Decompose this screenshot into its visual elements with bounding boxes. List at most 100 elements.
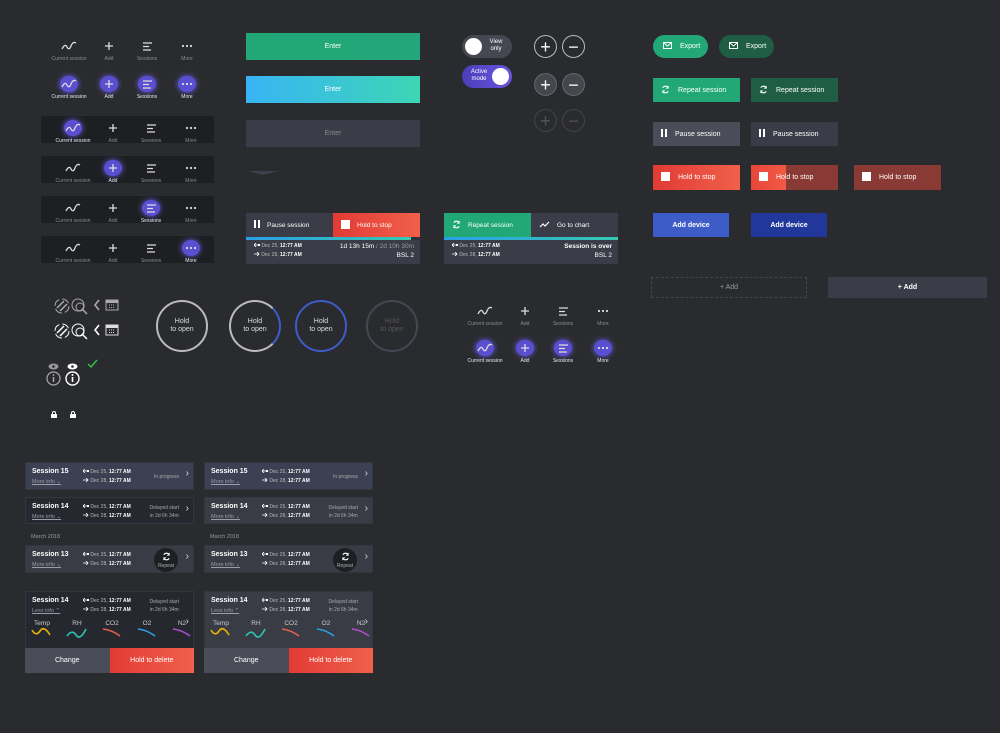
pause-session-button[interactable]: Pause session — [246, 213, 333, 237]
tab-add[interactable]: Add — [93, 120, 133, 144]
hold-to-stop-button[interactable]: Hold to stop — [653, 165, 740, 190]
repeat-session-button[interactable]: Repeat session — [751, 78, 838, 102]
sensor-temp[interactable]: Temp — [209, 620, 233, 640]
sensor-rh[interactable]: RH — [65, 620, 89, 640]
repeat-session-button[interactable]: Repeat session — [653, 78, 740, 102]
active-mode-toggle[interactable]: Active mode — [462, 65, 512, 88]
session-card[interactable]: Session 13 More info ⌄ Dec 25, 12:77 AM D… — [25, 545, 194, 573]
increment-button[interactable]: + — [534, 73, 557, 96]
sensor-o2[interactable]: O2 — [135, 620, 159, 640]
enter-button[interactable]: Enter — [246, 76, 420, 103]
session-card[interactable]: Session 15 More info ⌄ Dec 25, 12:77 AM D… — [25, 462, 194, 490]
tab-sessions[interactable]: Sessions — [543, 303, 583, 327]
export-button[interactable]: Export — [719, 35, 774, 58]
more-info-link[interactable]: More info ⌄ — [32, 514, 61, 520]
tab-sessions[interactable]: Sessions — [131, 240, 171, 264]
sensor-co2[interactable]: CO2 — [100, 620, 124, 640]
sensor-co2[interactable]: CO2 — [279, 620, 303, 640]
tab-sessions[interactable]: Sessions — [127, 38, 167, 62]
decrement-button[interactable]: − — [562, 109, 585, 132]
decrement-button[interactable]: − — [562, 73, 585, 96]
more-info-link[interactable]: More info ⌄ — [32, 479, 61, 485]
sensor-temp[interactable]: Temp — [30, 620, 54, 640]
tab-add[interactable]: Add — [93, 160, 133, 184]
tab-more[interactable]: More — [167, 76, 207, 100]
session-card[interactable]: Session 14 More info ⌄ Dec 25, 12:77 AM D… — [25, 497, 194, 524]
tab-more[interactable]: More — [583, 303, 623, 327]
enter-button[interactable]: Enter — [246, 33, 420, 60]
session-card[interactable]: Session 15 More info ⌄ Dec 25, 12:77 AM D… — [204, 462, 373, 490]
session-card[interactable]: Session 14 Less info ⌃ Dec 25, 12:77 AM D… — [25, 591, 194, 673]
tab-add[interactable]: Add — [93, 200, 133, 224]
session-card[interactable]: Session 13 More info ⌄ Dec 25, 12:77 AM D… — [204, 545, 373, 573]
hold-to-stop-button[interactable]: Hold to stop — [854, 165, 941, 190]
tab-more[interactable]: More — [171, 160, 211, 184]
export-button[interactable]: Export — [653, 35, 708, 58]
repeat-session-button[interactable]: Repeat session — [444, 213, 531, 237]
chevron-right-icon[interactable]: › — [186, 503, 189, 514]
hold-to-open-button[interactable]: Hold to open — [366, 300, 418, 352]
tab-current-session[interactable]: Current session — [49, 76, 89, 100]
chevron-right-icon[interactable]: › — [365, 468, 368, 479]
increment-button[interactable]: + — [534, 109, 557, 132]
change-button[interactable]: Change — [25, 648, 110, 673]
tab-current-session[interactable]: Current session — [465, 303, 505, 327]
more-info-link[interactable]: More info ⌄ — [211, 479, 240, 485]
view-only-toggle[interactable]: View only — [462, 35, 512, 58]
tab-current-session[interactable]: Current session — [53, 160, 93, 184]
go-to-chart-button[interactable]: Go to chart — [531, 213, 618, 237]
tab-current-session[interactable]: Current session — [53, 240, 93, 264]
hold-to-open-button[interactable]: Hold to open — [156, 300, 208, 352]
tab-current-session[interactable]: Current session — [49, 38, 89, 62]
tab-sessions[interactable]: Sessions — [127, 76, 167, 100]
tab-more[interactable]: More — [171, 240, 211, 264]
increment-button[interactable]: + — [534, 35, 557, 58]
session-card[interactable]: Session 14 More info ⌄ Dec 25, 12:77 AM D… — [204, 497, 373, 524]
tab-add[interactable]: Add — [505, 340, 545, 364]
less-info-link[interactable]: Less info ⌃ — [32, 608, 60, 614]
tab-add[interactable]: Add — [89, 76, 129, 100]
chevron-right-icon[interactable]: › — [365, 551, 368, 562]
change-button[interactable]: Change — [204, 648, 289, 673]
hold-to-stop-button[interactable]: Hold to stop — [751, 165, 838, 190]
tab-add[interactable]: Add — [89, 38, 129, 62]
pause-session-button[interactable]: Pause session — [751, 122, 838, 146]
tab-current-session[interactable]: Current session — [53, 200, 93, 224]
sensor-n2[interactable]: N2 — [170, 620, 194, 640]
more-info-link[interactable]: More info ⌄ — [211, 514, 240, 520]
tab-more[interactable]: More — [171, 200, 211, 224]
hold-to-delete-button[interactable]: Hold to delete — [288, 648, 373, 673]
tab-add[interactable]: Add — [505, 303, 545, 327]
chevron-right-icon[interactable]: › — [186, 468, 189, 479]
hold-to-stop-button[interactable]: Hold to stop — [333, 213, 420, 237]
hold-to-open-button[interactable]: Hold to open — [229, 300, 281, 352]
sensor-o2[interactable]: O2 — [314, 620, 338, 640]
tab-sessions[interactable]: Sessions — [131, 120, 171, 144]
tab-sessions[interactable]: Sessions — [131, 200, 171, 224]
more-info-link[interactable]: More info ⌄ — [32, 562, 61, 568]
hold-to-delete-button[interactable]: Hold to delete — [109, 648, 194, 673]
tab-current-session[interactable]: Current session — [465, 340, 505, 364]
sensor-n2[interactable]: N2 — [349, 620, 373, 640]
tab-sessions[interactable]: Sessions — [543, 340, 583, 364]
session-card[interactable]: Session 14 Less info ⌃ Dec 25, 12:77 AM D… — [204, 591, 373, 673]
pause-session-button[interactable]: Pause session — [653, 122, 740, 146]
tab-more[interactable]: More — [171, 120, 211, 144]
chevron-right-icon[interactable]: › — [186, 551, 189, 562]
add-device-button[interactable]: Add device — [653, 213, 729, 237]
tab-add[interactable]: Add — [93, 240, 133, 264]
sensor-rh[interactable]: RH — [244, 620, 268, 640]
hold-to-open-button[interactable]: Hold to open — [295, 300, 347, 352]
chevron-right-icon[interactable]: › — [365, 503, 368, 514]
add-device-button[interactable]: Add device — [751, 213, 827, 237]
add-button[interactable]: + Add — [828, 277, 987, 298]
enter-button[interactable]: Enter — [246, 120, 420, 147]
decrement-button[interactable]: − — [562, 35, 585, 58]
less-info-link[interactable]: Less info ⌃ — [211, 608, 239, 614]
tab-current-session[interactable]: Current session — [53, 120, 93, 144]
more-info-link[interactable]: More info ⌄ — [211, 562, 240, 568]
tab-more[interactable]: More — [583, 340, 623, 364]
repeat-button[interactable]: Repeat — [333, 548, 357, 572]
repeat-button[interactable]: Repeat — [154, 548, 178, 572]
tab-more[interactable]: More — [167, 38, 207, 62]
